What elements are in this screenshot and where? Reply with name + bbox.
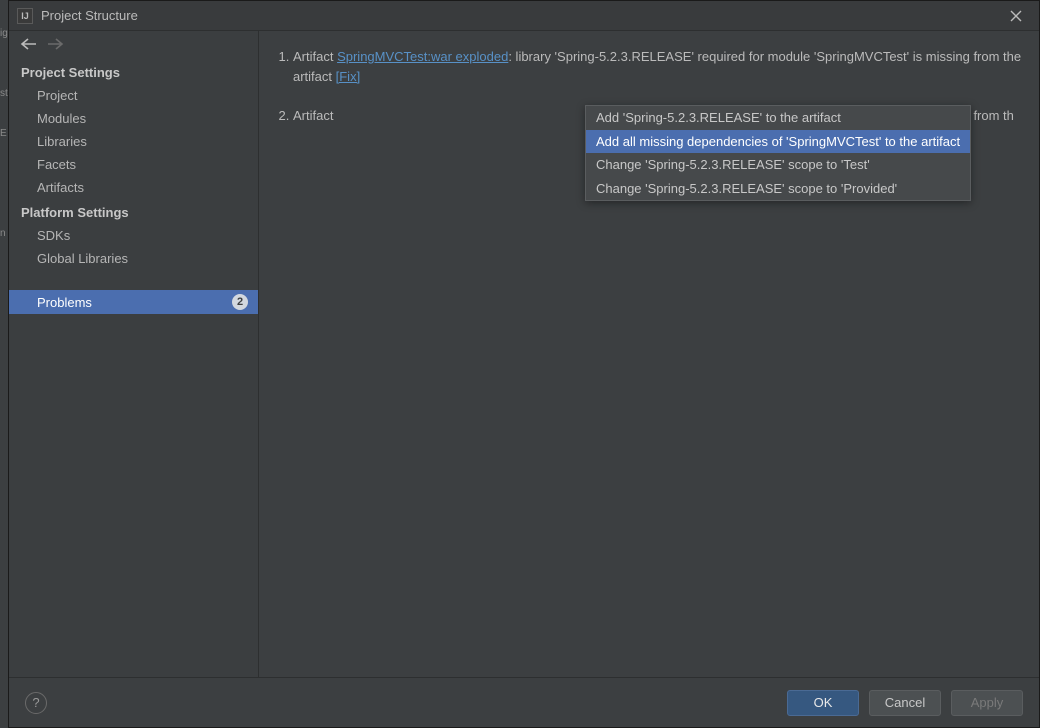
sidebar-item-sdks[interactable]: SDKs <box>9 224 258 247</box>
dialog-footer: ? OK Cancel Apply <box>9 677 1039 727</box>
window-title: Project Structure <box>41 8 138 23</box>
sidebar-item-label: Libraries <box>37 134 87 149</box>
section-project-settings: Project Settings <box>9 59 258 84</box>
nav-forward-icon[interactable] <box>47 37 65 54</box>
nav-back-icon[interactable] <box>19 37 37 54</box>
sidebar-item-libraries[interactable]: Libraries <box>9 130 258 153</box>
sidebar-item-project[interactable]: Project <box>9 84 258 107</box>
close-icon[interactable] <box>1001 1 1031 31</box>
fix-link[interactable]: [Fix] <box>336 69 361 84</box>
ok-button[interactable]: OK <box>787 690 859 716</box>
popup-item-scope-provided[interactable]: Change 'Spring-5.2.3.RELEASE' scope to '… <box>586 177 970 201</box>
sidebar-item-label: Project <box>37 88 77 103</box>
problem-item-1: Artifact SpringMVCTest:war exploded: lib… <box>293 47 1025 86</box>
sidebar-item-label: Modules <box>37 111 86 126</box>
problems-count-badge: 2 <box>232 294 248 310</box>
sidebar-item-label: SDKs <box>37 228 70 243</box>
titlebar: IJ Project Structure <box>9 1 1039 31</box>
nav-arrows <box>9 31 258 59</box>
sidebar-item-problems[interactable]: Problems 2 <box>9 290 258 314</box>
sidebar-item-artifacts[interactable]: Artifacts <box>9 176 258 199</box>
problems-panel: Artifact SpringMVCTest:war exploded: lib… <box>259 31 1039 677</box>
apply-button[interactable]: Apply <box>951 690 1023 716</box>
fix-popup: Add 'Spring-5.2.3.RELEASE' to the artifa… <box>585 105 971 201</box>
project-structure-dialog: IJ Project Structure Project Settings Pr… <box>8 0 1040 728</box>
popup-item-scope-test[interactable]: Change 'Spring-5.2.3.RELEASE' scope to '… <box>586 153 970 177</box>
sidebar: Project Settings Project Modules Librari… <box>9 31 259 677</box>
sidebar-item-modules[interactable]: Modules <box>9 107 258 130</box>
sidebar-item-global-libraries[interactable]: Global Libraries <box>9 247 258 270</box>
popup-item-add-all-missing[interactable]: Add all missing dependencies of 'SpringM… <box>586 130 970 154</box>
app-icon: IJ <box>17 8 33 24</box>
editor-gutter-remnant: ig st: E n <box>0 0 8 728</box>
cancel-button[interactable]: Cancel <box>869 690 941 716</box>
popup-item-add-library[interactable]: Add 'Spring-5.2.3.RELEASE' to the artifa… <box>586 106 970 130</box>
artifact-link[interactable]: SpringMVCTest:war exploded <box>337 49 508 64</box>
section-platform-settings: Platform Settings <box>9 199 258 224</box>
sidebar-item-label: Problems <box>37 295 92 310</box>
sidebar-item-label: Global Libraries <box>37 251 128 266</box>
sidebar-item-label: Artifacts <box>37 180 84 195</box>
sidebar-item-facets[interactable]: Facets <box>9 153 258 176</box>
help-icon[interactable]: ? <box>25 692 47 714</box>
sidebar-item-label: Facets <box>37 157 76 172</box>
